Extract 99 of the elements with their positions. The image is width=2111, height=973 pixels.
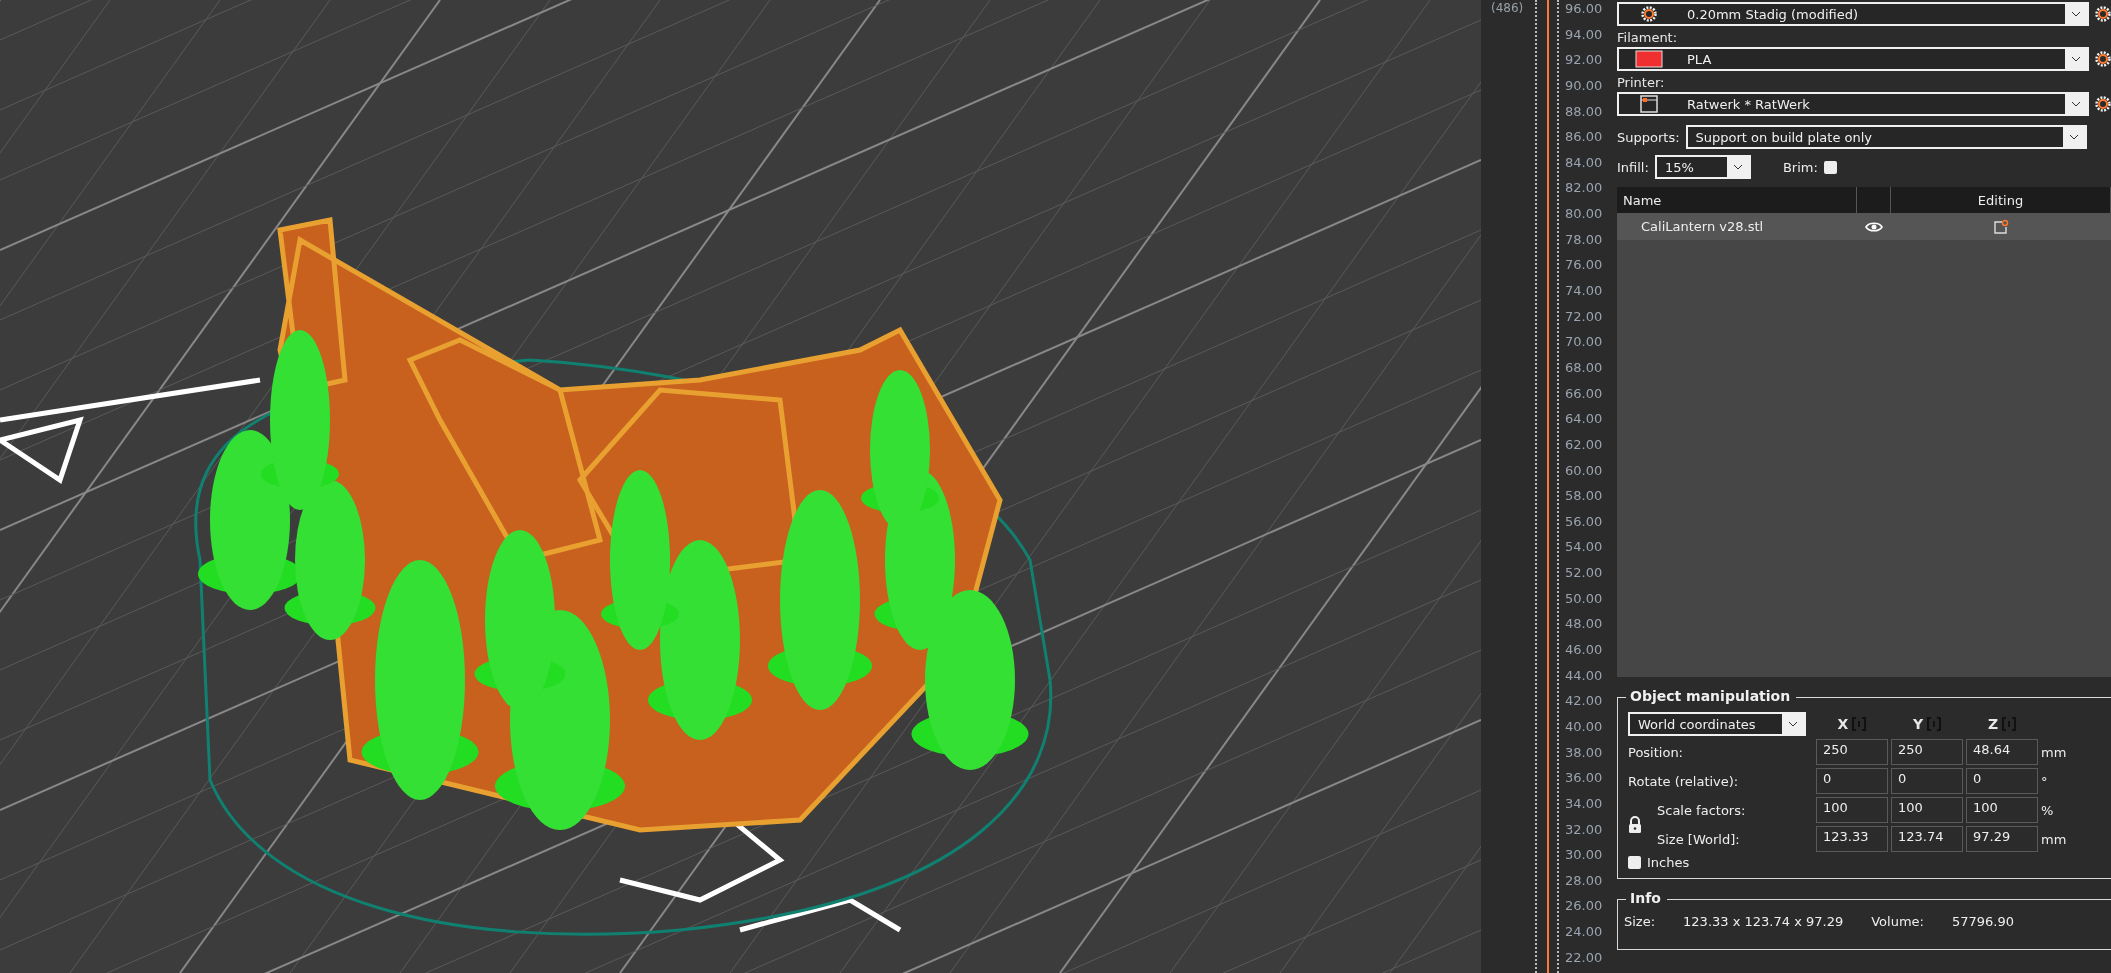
unit-label: %: [2041, 802, 2055, 818]
volume-label: Volume:: [1871, 914, 1924, 929]
layer-height-label: 96.00: [1565, 0, 1603, 18]
chevron-down-icon: [2071, 11, 2081, 17]
axis-label: Z: [1987, 716, 1999, 732]
layer-height-label: 94.00: [1565, 25, 1603, 44]
filament-dropdown[interactable]: PLA: [1617, 47, 2089, 71]
layer-height-label: 26.00: [1565, 897, 1603, 916]
unit-label: mm: [2041, 744, 2068, 760]
number-field[interactable]: 0: [1966, 768, 2038, 794]
chevron-down-icon: [2071, 101, 2081, 107]
object-name: CaliLantern v28.stl: [1640, 219, 1765, 234]
layer-height-label: 66.00: [1565, 384, 1603, 403]
number-field[interactable]: 250: [1816, 739, 1888, 765]
layer-height-label: 22.00: [1565, 948, 1603, 967]
size-label: Size:: [1624, 914, 1656, 929]
number-field[interactable]: 100: [1891, 797, 1963, 823]
supports-label: Supports:: [1617, 129, 1680, 145]
layer-height-label: 50.00: [1565, 589, 1603, 608]
lock-icon[interactable]: [1628, 816, 1642, 833]
layer-height-label: 92.00: [1565, 51, 1603, 70]
info-title: Info: [1626, 890, 1667, 906]
layer-height-label: 58.00: [1565, 487, 1603, 506]
layer-height-label: 32.00: [1565, 820, 1603, 839]
settings-icon[interactable]: [2095, 51, 2111, 67]
size-value: 123.33 x 123.74 x 97.29: [1683, 914, 1844, 929]
number-field[interactable]: 48.64: [1966, 739, 2038, 765]
print-profile-dropdown[interactable]: 0.20mm Stadig (modified): [1617, 2, 2089, 26]
axis-label: X: [1837, 716, 1849, 732]
number-field[interactable]: 123.74: [1891, 826, 1963, 852]
printer-dropdown[interactable]: Ratwerk * RatWerk: [1617, 92, 2089, 116]
number-field[interactable]: 123.33: [1816, 826, 1888, 852]
layer-height-label: 70.00: [1565, 333, 1603, 352]
chevron-down-icon: [2069, 134, 2079, 140]
field-label: Scale factors:: [1656, 802, 1747, 818]
number-field[interactable]: 97.29: [1966, 826, 2038, 852]
layer-height-label: 88.00: [1565, 102, 1603, 121]
brim-label: Brim:: [1782, 159, 1818, 175]
filament-label: Filament:: [1617, 29, 1679, 47]
brim-checkbox[interactable]: [1823, 160, 1837, 174]
layer-height-label: 80.00: [1565, 205, 1603, 224]
layer-height-label: 54.00: [1565, 538, 1603, 557]
field-label: Size [World]:: [1656, 831, 1741, 847]
settings-icon[interactable]: [1641, 6, 1657, 22]
infill-label: Infill:: [1617, 159, 1649, 175]
number-field[interactable]: 0: [1816, 768, 1888, 794]
inches-label: Inches: [1647, 855, 1690, 870]
chevron-down-icon: [1732, 164, 1743, 170]
number-field[interactable]: 0: [1891, 768, 1963, 794]
unit-label: mm: [2041, 831, 2068, 847]
layer-height-label: 36.00: [1565, 769, 1603, 788]
chevron-down-icon: [2071, 56, 2081, 62]
printer-icon: [1640, 95, 1658, 113]
layer-height-label: 82.00: [1565, 179, 1603, 198]
object-row[interactable]: CaliLantern v28.stl: [1617, 213, 2111, 240]
filament-color-swatch: [1635, 50, 1663, 68]
layer-height-label: 28.00: [1565, 871, 1603, 890]
layer-height-label: 44.00: [1565, 666, 1603, 685]
layer-height-label: 24.00: [1565, 923, 1603, 942]
volume-value: 57796.90: [1951, 914, 2014, 929]
layer-height-label: 78.00: [1565, 230, 1603, 249]
layer-count: (486): [1491, 1, 1524, 15]
layer-height-label: 30.00: [1565, 846, 1603, 865]
layer-height-label: 56.00: [1565, 512, 1603, 531]
axis-label: Y: [1912, 716, 1924, 732]
layer-height-label: 74.00: [1565, 282, 1603, 301]
layer-height-label: 90.00: [1565, 76, 1603, 95]
layer-height-label: 76.00: [1565, 256, 1603, 275]
layer-height-label: 40.00: [1565, 717, 1603, 736]
number-field[interactable]: 100: [1966, 797, 2038, 823]
layer-height-label: 38.00: [1565, 743, 1603, 762]
printer-label: Printer:: [1617, 74, 1666, 92]
number-field[interactable]: 250: [1891, 739, 1963, 765]
layer-height-label: 72.00: [1565, 307, 1603, 326]
settings-icon[interactable]: [2095, 6, 2111, 22]
inches-checkbox[interactable]: [1628, 856, 1641, 869]
object-manipulation-title: Object manipulation: [1626, 688, 1797, 704]
settings-icon[interactable]: [2095, 96, 2111, 112]
layer-height-label: 84.00: [1565, 153, 1603, 172]
layer-height-label: 68.00: [1565, 358, 1603, 377]
field-label: Rotate (relative):: [1628, 773, 1740, 789]
layer-height-label: 48.00: [1565, 615, 1603, 634]
layer-height-label: 62.00: [1565, 435, 1603, 454]
layer-height-label: 42.00: [1565, 692, 1603, 711]
layer-height-label: 46.00: [1565, 641, 1603, 659]
layer-height-label: 52.00: [1565, 564, 1603, 583]
field-label: Position:: [1628, 744, 1684, 760]
layer-height-label: 86.00: [1565, 128, 1603, 147]
supports-dropdown[interactable]: Support on build plate only: [1685, 125, 2087, 149]
unit-label: °: [2041, 773, 2049, 789]
chevron-down-icon: [1788, 721, 1798, 727]
layer-height-label: 64.00: [1565, 410, 1603, 429]
layer-height-label: 60.00: [1565, 461, 1603, 480]
infill-dropdown[interactable]: 15%: [1654, 155, 1751, 179]
settings-badge-icon[interactable]: [1993, 218, 2009, 235]
layer-height-label: 34.00: [1565, 794, 1603, 813]
coordinates-dropdown[interactable]: World coordinates: [1628, 712, 1806, 736]
eye-icon[interactable]: [1865, 220, 1883, 233]
number-field[interactable]: 100: [1816, 797, 1888, 823]
